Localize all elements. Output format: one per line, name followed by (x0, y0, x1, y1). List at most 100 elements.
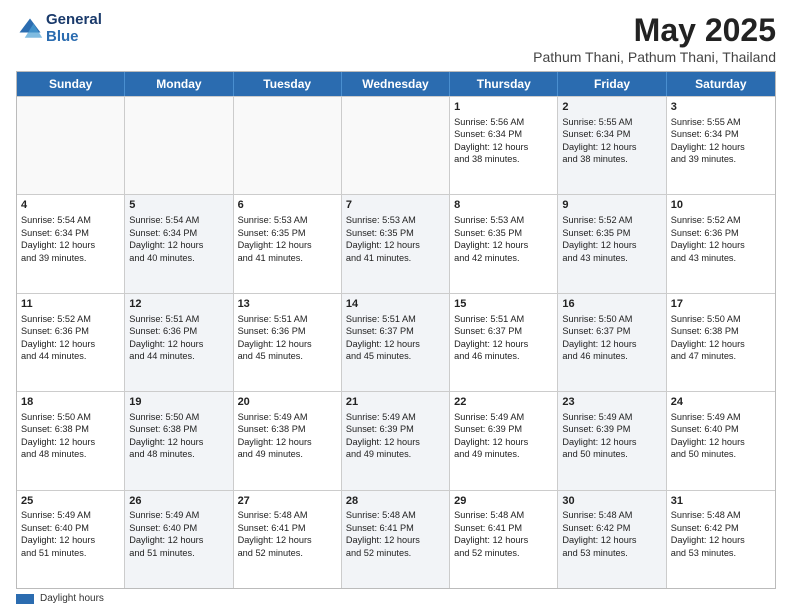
day-info: Sunrise: 5:53 AM Sunset: 6:35 PM Dayligh… (454, 214, 553, 264)
day-info: Sunrise: 5:49 AM Sunset: 6:40 PM Dayligh… (21, 509, 120, 559)
day-number: 4 (21, 198, 120, 213)
cal-cell: 7Sunrise: 5:53 AM Sunset: 6:35 PM Daylig… (342, 195, 450, 292)
day-number: 5 (129, 198, 228, 213)
legend-label: Daylight hours (40, 593, 104, 604)
cal-cell: 1Sunrise: 5:56 AM Sunset: 6:34 PM Daylig… (450, 97, 558, 194)
day-number: 10 (671, 198, 771, 213)
day-info: Sunrise: 5:54 AM Sunset: 6:34 PM Dayligh… (129, 214, 228, 264)
header-day-thursday: Thursday (450, 72, 558, 96)
day-info: Sunrise: 5:50 AM Sunset: 6:37 PM Dayligh… (562, 313, 661, 363)
cal-cell: 28Sunrise: 5:48 AM Sunset: 6:41 PM Dayli… (342, 491, 450, 588)
cal-cell: 3Sunrise: 5:55 AM Sunset: 6:34 PM Daylig… (667, 97, 775, 194)
cal-cell: 9Sunrise: 5:52 AM Sunset: 6:35 PM Daylig… (558, 195, 666, 292)
day-info: Sunrise: 5:48 AM Sunset: 6:42 PM Dayligh… (671, 509, 771, 559)
week-row-3: 11Sunrise: 5:52 AM Sunset: 6:36 PM Dayli… (17, 293, 775, 391)
day-info: Sunrise: 5:53 AM Sunset: 6:35 PM Dayligh… (238, 214, 337, 264)
cal-cell: 25Sunrise: 5:49 AM Sunset: 6:40 PM Dayli… (17, 491, 125, 588)
day-info: Sunrise: 5:49 AM Sunset: 6:39 PM Dayligh… (454, 411, 553, 461)
cal-cell: 17Sunrise: 5:50 AM Sunset: 6:38 PM Dayli… (667, 294, 775, 391)
day-number: 20 (238, 395, 337, 410)
day-number: 12 (129, 297, 228, 312)
day-info: Sunrise: 5:48 AM Sunset: 6:41 PM Dayligh… (238, 509, 337, 559)
day-info: Sunrise: 5:48 AM Sunset: 6:42 PM Dayligh… (562, 509, 661, 559)
day-number: 6 (238, 198, 337, 213)
cal-cell: 26Sunrise: 5:49 AM Sunset: 6:40 PM Dayli… (125, 491, 233, 588)
day-info: Sunrise: 5:56 AM Sunset: 6:34 PM Dayligh… (454, 116, 553, 166)
cal-cell: 23Sunrise: 5:49 AM Sunset: 6:39 PM Dayli… (558, 392, 666, 489)
cal-cell: 19Sunrise: 5:50 AM Sunset: 6:38 PM Dayli… (125, 392, 233, 489)
week-row-2: 4Sunrise: 5:54 AM Sunset: 6:34 PM Daylig… (17, 194, 775, 292)
day-number: 1 (454, 100, 553, 115)
day-number: 17 (671, 297, 771, 312)
day-number: 8 (454, 198, 553, 213)
logo-general: General (46, 12, 102, 29)
cal-cell (17, 97, 125, 194)
day-info: Sunrise: 5:49 AM Sunset: 6:40 PM Dayligh… (671, 411, 771, 461)
day-info: Sunrise: 5:52 AM Sunset: 6:36 PM Dayligh… (671, 214, 771, 264)
day-number: 26 (129, 494, 228, 509)
legend: Daylight hours (16, 593, 776, 604)
cal-cell: 18Sunrise: 5:50 AM Sunset: 6:38 PM Dayli… (17, 392, 125, 489)
day-number: 7 (346, 198, 445, 213)
cal-cell: 11Sunrise: 5:52 AM Sunset: 6:36 PM Dayli… (17, 294, 125, 391)
day-number: 27 (238, 494, 337, 509)
cal-cell: 5Sunrise: 5:54 AM Sunset: 6:34 PM Daylig… (125, 195, 233, 292)
day-number: 15 (454, 297, 553, 312)
cal-cell (234, 97, 342, 194)
day-info: Sunrise: 5:52 AM Sunset: 6:35 PM Dayligh… (562, 214, 661, 264)
day-number: 19 (129, 395, 228, 410)
day-number: 18 (21, 395, 120, 410)
day-info: Sunrise: 5:53 AM Sunset: 6:35 PM Dayligh… (346, 214, 445, 264)
day-info: Sunrise: 5:48 AM Sunset: 6:41 PM Dayligh… (454, 509, 553, 559)
header-day-friday: Friday (558, 72, 666, 96)
day-info: Sunrise: 5:49 AM Sunset: 6:38 PM Dayligh… (238, 411, 337, 461)
day-number: 13 (238, 297, 337, 312)
day-info: Sunrise: 5:51 AM Sunset: 6:37 PM Dayligh… (346, 313, 445, 363)
header: General Blue May 2025 Pathum Thani, Path… (16, 12, 776, 65)
cal-cell: 31Sunrise: 5:48 AM Sunset: 6:42 PM Dayli… (667, 491, 775, 588)
cal-cell: 13Sunrise: 5:51 AM Sunset: 6:36 PM Dayli… (234, 294, 342, 391)
cal-cell: 8Sunrise: 5:53 AM Sunset: 6:35 PM Daylig… (450, 195, 558, 292)
week-row-1: 1Sunrise: 5:56 AM Sunset: 6:34 PM Daylig… (17, 96, 775, 194)
day-info: Sunrise: 5:51 AM Sunset: 6:36 PM Dayligh… (238, 313, 337, 363)
calendar: SundayMondayTuesdayWednesdayThursdayFrid… (16, 71, 776, 589)
calendar-body: 1Sunrise: 5:56 AM Sunset: 6:34 PM Daylig… (17, 96, 775, 588)
day-number: 29 (454, 494, 553, 509)
day-number: 3 (671, 100, 771, 115)
day-number: 28 (346, 494, 445, 509)
cal-cell: 12Sunrise: 5:51 AM Sunset: 6:36 PM Dayli… (125, 294, 233, 391)
title-block: May 2025 Pathum Thani, Pathum Thani, Tha… (533, 12, 776, 65)
day-number: 24 (671, 395, 771, 410)
cal-cell (125, 97, 233, 194)
day-info: Sunrise: 5:48 AM Sunset: 6:41 PM Dayligh… (346, 509, 445, 559)
day-info: Sunrise: 5:50 AM Sunset: 6:38 PM Dayligh… (671, 313, 771, 363)
day-number: 21 (346, 395, 445, 410)
cal-cell: 10Sunrise: 5:52 AM Sunset: 6:36 PM Dayli… (667, 195, 775, 292)
day-info: Sunrise: 5:54 AM Sunset: 6:34 PM Dayligh… (21, 214, 120, 264)
day-info: Sunrise: 5:49 AM Sunset: 6:40 PM Dayligh… (129, 509, 228, 559)
day-info: Sunrise: 5:52 AM Sunset: 6:36 PM Dayligh… (21, 313, 120, 363)
cal-cell: 16Sunrise: 5:50 AM Sunset: 6:37 PM Dayli… (558, 294, 666, 391)
day-info: Sunrise: 5:51 AM Sunset: 6:36 PM Dayligh… (129, 313, 228, 363)
cal-cell (342, 97, 450, 194)
day-info: Sunrise: 5:49 AM Sunset: 6:39 PM Dayligh… (562, 411, 661, 461)
cal-cell: 27Sunrise: 5:48 AM Sunset: 6:41 PM Dayli… (234, 491, 342, 588)
week-row-5: 25Sunrise: 5:49 AM Sunset: 6:40 PM Dayli… (17, 490, 775, 588)
subtitle: Pathum Thani, Pathum Thani, Thailand (533, 49, 776, 65)
cal-cell: 6Sunrise: 5:53 AM Sunset: 6:35 PM Daylig… (234, 195, 342, 292)
cal-cell: 21Sunrise: 5:49 AM Sunset: 6:39 PM Dayli… (342, 392, 450, 489)
cal-cell: 20Sunrise: 5:49 AM Sunset: 6:38 PM Dayli… (234, 392, 342, 489)
day-number: 11 (21, 297, 120, 312)
cal-cell: 29Sunrise: 5:48 AM Sunset: 6:41 PM Dayli… (450, 491, 558, 588)
day-info: Sunrise: 5:49 AM Sunset: 6:39 PM Dayligh… (346, 411, 445, 461)
cal-cell: 14Sunrise: 5:51 AM Sunset: 6:37 PM Dayli… (342, 294, 450, 391)
cal-cell: 2Sunrise: 5:55 AM Sunset: 6:34 PM Daylig… (558, 97, 666, 194)
day-number: 25 (21, 494, 120, 509)
day-info: Sunrise: 5:50 AM Sunset: 6:38 PM Dayligh… (21, 411, 120, 461)
header-day-monday: Monday (125, 72, 233, 96)
legend-bar (16, 594, 34, 604)
day-number: 22 (454, 395, 553, 410)
week-row-4: 18Sunrise: 5:50 AM Sunset: 6:38 PM Dayli… (17, 391, 775, 489)
header-day-tuesday: Tuesday (234, 72, 342, 96)
header-day-sunday: Sunday (17, 72, 125, 96)
